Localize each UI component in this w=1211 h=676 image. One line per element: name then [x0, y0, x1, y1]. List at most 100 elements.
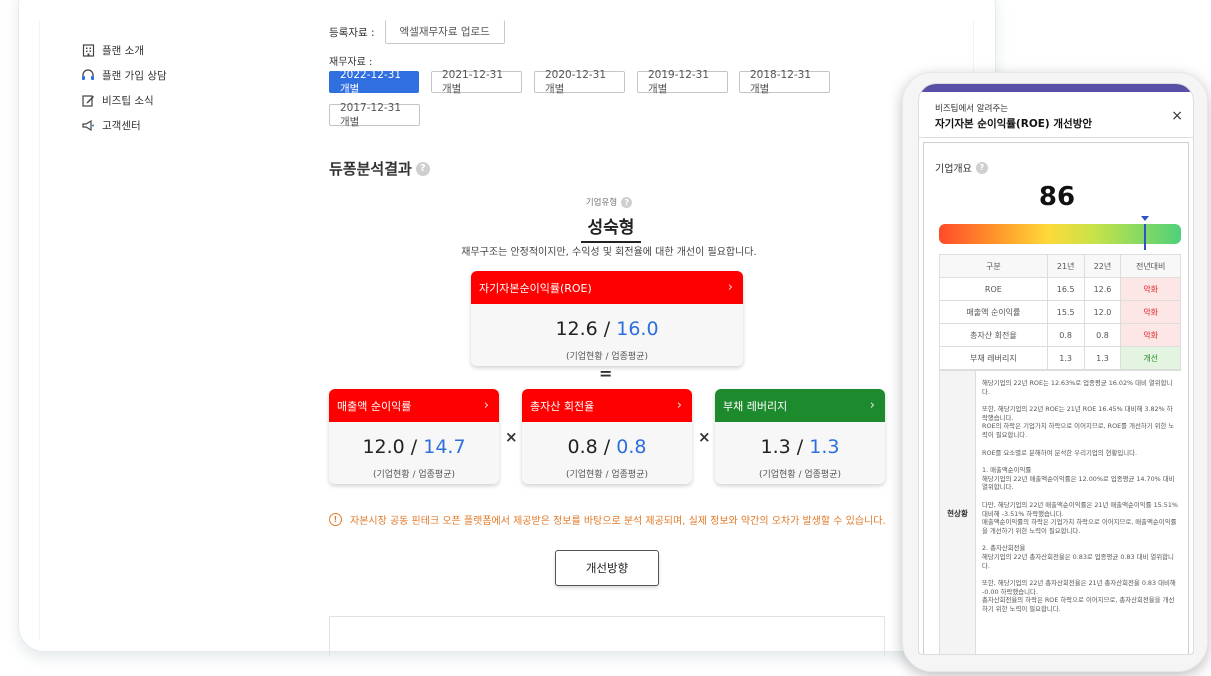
sidebar-item-label: 고객센터: [102, 120, 141, 132]
sidebar-item-customer-center[interactable]: 고객센터: [80, 113, 240, 138]
table-header-cell: 전년대비: [1120, 254, 1181, 278]
help-icon[interactable]: ?: [415, 161, 430, 176]
table-cell: 12.6: [1083, 277, 1122, 301]
debt-leverage-header: 부채 레버리지 ›: [715, 389, 885, 422]
roe-card-value: 12.6 / 16.0: [555, 318, 659, 340]
status-badge: 악화: [1120, 277, 1181, 301]
table-cell: 12.0: [1083, 300, 1122, 324]
debt-leverage-card[interactable]: 부채 레버리지 › 1.3 / 1.3 (기업현황 / 업종평균): [715, 389, 885, 484]
sidebar-item-plan-intro[interactable]: 플랜 소개: [80, 38, 240, 63]
gauge-pointer: [1141, 216, 1149, 221]
status-badge: 악화: [1120, 323, 1181, 347]
bottom-panel: [329, 616, 885, 656]
status-badge: 악화: [1120, 300, 1181, 324]
situation-text: 해당기업의 22년 ROE는 12.63%로 업종평균 16.02% 대비 열위…: [982, 379, 1178, 622]
status-badge: 개선: [1120, 346, 1181, 370]
dupont-title: 듀퐁분석결과 ?: [329, 158, 430, 179]
debt-leverage-industry: 1.3: [809, 436, 840, 458]
chevron-right-icon: ›: [676, 398, 682, 413]
debt-leverage-label: 부채 레버리지: [723, 399, 788, 413]
gauge-marker: [1144, 224, 1146, 250]
financial-option-2017[interactable]: 2017-12-31 개별: [329, 102, 420, 128]
multiply-sign: ×: [698, 428, 711, 446]
chevron-right-icon: ›: [869, 398, 875, 413]
financial-option-2019[interactable]: 2019-12-31 개별: [637, 69, 728, 95]
table-cell: 부채 레버리지: [939, 346, 1048, 370]
roe-industry-value: 16.0: [616, 318, 659, 340]
sidebar-item-news[interactable]: 비즈팁 소식: [80, 88, 240, 113]
debt-leverage-company: 1.3: [760, 436, 791, 458]
chevron-right-icon: ›: [483, 398, 489, 413]
screenshot-stage: 플랜 소개 플랜 가입 상담 비즈팁 소식 고객센터 등록자료 : 엑셀재무자료…: [0, 0, 1211, 676]
roe-card-caption: (기업현황 / 업종평균): [565, 352, 649, 362]
company-type-description: 재무구조는 안정적이지만, 수익성 및 회전율에 대한 개선이 필요합니다.: [461, 247, 757, 258]
table-cell: ROE: [939, 277, 1048, 301]
table-cell: 1.3: [1083, 346, 1122, 370]
warning-icon: !: [329, 513, 342, 526]
situation-panel: 현상황 해당기업의 22년 ROE는 12.63%로 업종평균 16.02% 대…: [939, 370, 1181, 654]
table-row: 부채 레버리지 1.3 1.3 개선: [939, 346, 1181, 370]
net-profit-margin-company: 12.0: [362, 436, 405, 458]
roe-card[interactable]: 자기자본순이익률(ROE) › 12.6 / 16.0 (기업현황 / 업종평균…: [471, 271, 743, 366]
help-icon[interactable]: ?: [975, 161, 988, 174]
financial-option-2021[interactable]: 2021-12-31 개별: [431, 69, 522, 95]
excel-upload-button[interactable]: 엑셀재무자료 업로드: [384, 20, 505, 44]
net-profit-margin-card[interactable]: 매출액 순이익률 › 12.0 / 14.7 (기업현황 / 업종평균): [329, 389, 499, 484]
company-type-value: 성숙형: [581, 213, 641, 243]
company-summary-label: 기업개요: [935, 164, 972, 175]
financial-option-2018[interactable]: 2018-12-31 개별: [739, 69, 830, 95]
company-score: 86: [1038, 182, 1076, 212]
table-cell: 1.3: [1046, 346, 1085, 370]
company-type-label-row: 기업유형 ?: [329, 196, 889, 208]
disclaimer-text: 자본시장 공동 핀테크 오픈 플랫폼에서 제공받은 정보를 바탕으로 분석 제공…: [350, 516, 886, 527]
score-gauge: [939, 216, 1181, 250]
table-header-row: 구분 21년 22년 전년대비: [939, 254, 1181, 278]
modal-title: 자기자본 순이익률(ROE) 개선방안: [935, 118, 1093, 130]
situation-label: 현상황: [940, 371, 976, 654]
table-row: ROE 16.5 12.6 악화: [939, 277, 1181, 301]
sidebar-item-label: 플랜 소개: [102, 45, 144, 57]
net-profit-margin-value: 12.0 / 14.7: [362, 436, 466, 458]
close-icon[interactable]: ×: [1171, 108, 1183, 124]
table-cell: 0.8: [1083, 323, 1122, 347]
sidebar: 플랜 소개 플랜 가입 상담 비즈팁 소식 고객센터: [80, 38, 240, 138]
table-cell: 총자산 회전율: [939, 323, 1048, 347]
mobile-device: 비즈팁에서 알려주는 자기자본 순이익률(ROE) 개선방안 × 기업개요 ? …: [902, 72, 1208, 672]
chevron-right-icon: ›: [727, 280, 733, 295]
company-type-label: 기업유형: [585, 198, 618, 208]
financials-label: 재무자료 :: [329, 57, 373, 68]
sidebar-item-label: 비즈팁 소식: [102, 95, 154, 107]
net-profit-margin-label: 매출액 순이익률: [337, 399, 412, 413]
mobile-status-bar: [919, 84, 1193, 92]
situation-paragraph: 다만, 해당기업의 22년 매출액순이익률은 21년 매출액순이익률 15.51…: [982, 500, 1178, 535]
situation-paragraph: 2. 총자산회전율 해당기업의 22년 총자산회전율은 0.83로 업종평균 0…: [982, 544, 1174, 570]
asset-turnover-industry: 0.8: [616, 436, 647, 458]
building-icon: [80, 44, 96, 58]
debt-leverage-caption: (기업현황 / 업종평균): [758, 470, 842, 480]
table-header-cell: 22년: [1083, 254, 1122, 278]
modal-subtitle: 비즈팁에서 알려주는: [935, 104, 1009, 114]
dupont-title-text: 듀퐁분석결과: [329, 160, 412, 178]
financial-option-2020[interactable]: 2020-12-31 개별: [534, 69, 625, 95]
net-profit-margin-caption: (기업현황 / 업종평균): [372, 470, 456, 480]
asset-turnover-company: 0.8: [567, 436, 598, 458]
sidebar-item-plan-consult[interactable]: 플랜 가입 상담: [80, 63, 240, 88]
asset-turnover-card[interactable]: 총자산 회전율 › 0.8 / 0.8 (기업현황 / 업종평균): [522, 389, 692, 484]
comparison-table: 구분 21년 22년 전년대비 ROE 16.5 12.6 악화 매출액 순이익…: [939, 254, 1181, 370]
roe-card-header: 자기자본순이익률(ROE) ›: [471, 271, 743, 304]
equals-sign: =: [599, 364, 613, 383]
registration-label: 등록자료 :: [329, 26, 375, 39]
help-icon[interactable]: ?: [621, 196, 633, 208]
net-profit-margin-industry: 14.7: [423, 436, 466, 458]
megaphone-icon: [80, 119, 96, 133]
situation-paragraph: ROE를 요소별로 분해하여 분석한 우리기업의 현황입니다.: [982, 448, 1138, 457]
modal-header: 비즈팁에서 알려주는 자기자본 순이익률(ROE) 개선방안 ×: [919, 92, 1193, 138]
roe-card-label: 자기자본순이익률(ROE): [479, 281, 592, 295]
table-row: 매출액 순이익률 15.5 12.0 악화: [939, 300, 1181, 324]
company-summary-title: 기업개요 ?: [935, 160, 988, 175]
improvement-button[interactable]: 개선방향: [555, 550, 659, 586]
financial-option-2022[interactable]: 2022-12-31 개별: [329, 69, 419, 95]
table-cell: 15.5: [1046, 300, 1085, 324]
asset-turnover-header: 총자산 회전율 ›: [522, 389, 692, 422]
multiply-sign: ×: [505, 428, 518, 446]
